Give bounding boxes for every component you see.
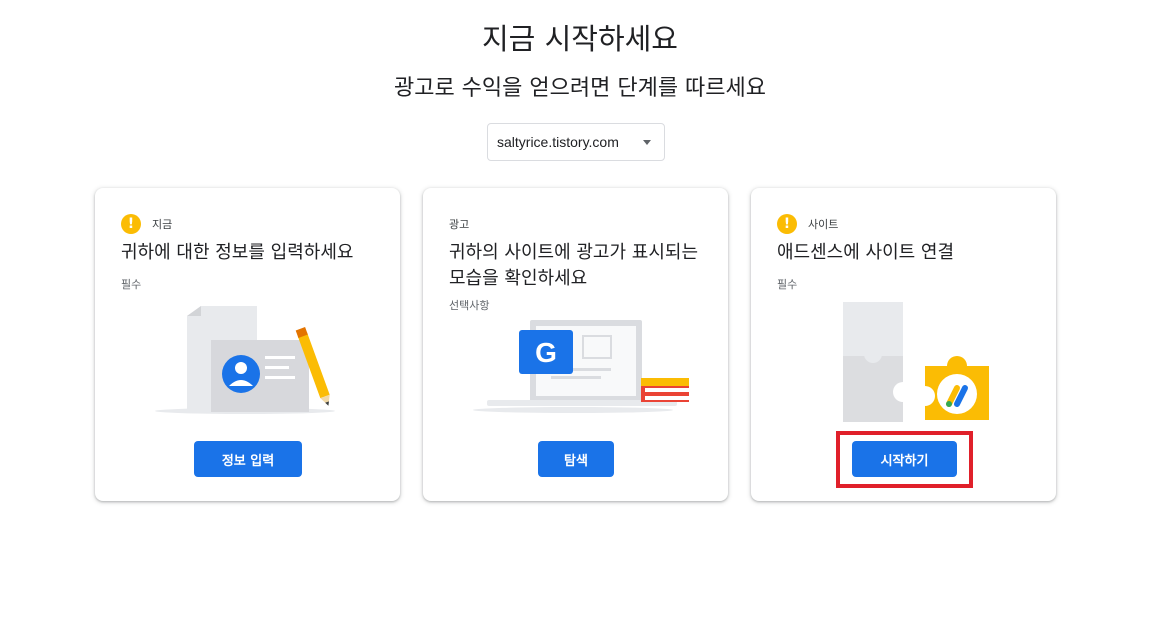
card-personal-info: ! 지금 귀하에 대한 정보를 입력하세요 필수 정보 입력 — [95, 188, 400, 501]
explore-button[interactable]: 탐색 — [538, 441, 614, 477]
warning-icon: ! — [777, 214, 797, 234]
profile-card-illustration — [155, 306, 335, 414]
puzzle-illustration — [843, 302, 989, 422]
site-select-value: saltyrice.tistory.com — [497, 134, 619, 150]
card-note: 필수 — [777, 278, 798, 291]
card-title: 귀하의 사이트에 광고가 표시되는 모습을 확인하세요 — [449, 242, 699, 289]
card-ad-preview: 광고 귀하의 사이트에 광고가 표시되는 모습을 확인하세요 선택사항 G 탐색 — [423, 188, 728, 501]
highlight-box — [836, 431, 973, 488]
page-title: 지금 시작하세요 — [482, 22, 678, 56]
card-note: 필수 — [121, 278, 142, 291]
card-header: 광고 — [449, 214, 469, 234]
dropdown-caret-icon — [643, 140, 651, 145]
warning-icon: ! — [121, 214, 141, 234]
card-header: ! 지금 — [121, 214, 172, 234]
card-eyebrow: 지금 — [152, 218, 173, 231]
page-subtitle: 광고로 수익을 얻으려면 단계를 따르세요 — [393, 76, 767, 101]
google-g-icon: G — [535, 337, 557, 368]
card-eyebrow: 사이트 — [808, 218, 839, 231]
card-eyebrow: 광고 — [449, 218, 470, 231]
laptop-illustration: G — [473, 320, 689, 413]
card-header: ! 사이트 — [777, 214, 838, 234]
site-select[interactable]: saltyrice.tistory.com — [487, 123, 665, 161]
card-title: 귀하에 대한 정보를 입력하세요 — [121, 242, 354, 263]
card-title: 애드센스에 사이트 연결 — [777, 242, 955, 263]
enter-info-button[interactable]: 정보 입력 — [194, 441, 302, 477]
